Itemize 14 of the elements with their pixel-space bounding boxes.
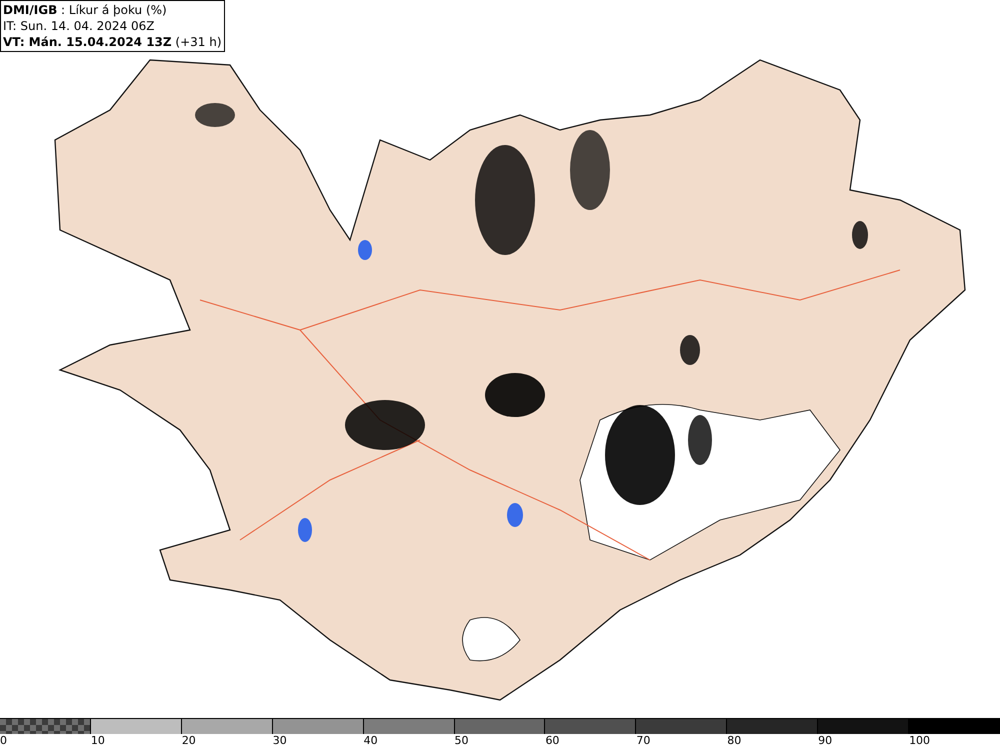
info-line: IT: Sun. 14. 04. 2024 06Z — [3, 18, 156, 34]
legend-tick-label: 40 — [364, 734, 378, 748]
info-line: VT: Mán. 15.04.2024 13Z (+31 h) — [3, 34, 222, 50]
legend-tick-label: 50 — [454, 734, 469, 748]
legend-tick-label: 10 — [90, 734, 105, 748]
legend-tick-label: 80 — [727, 734, 742, 748]
info-line: DMI/IGB : Líkur á þoku (%) — [3, 2, 168, 18]
legend-tick-label: 60 — [545, 734, 560, 748]
legend-tick-label: 70 — [636, 734, 650, 748]
legend-tick-label: 0 — [0, 734, 7, 748]
legend-tick-label: 30 — [272, 734, 287, 748]
legend-tick-label: 20 — [182, 734, 196, 748]
legend-tick-label: 90 — [818, 734, 832, 748]
legend-tick-label: 100 — [909, 734, 930, 748]
